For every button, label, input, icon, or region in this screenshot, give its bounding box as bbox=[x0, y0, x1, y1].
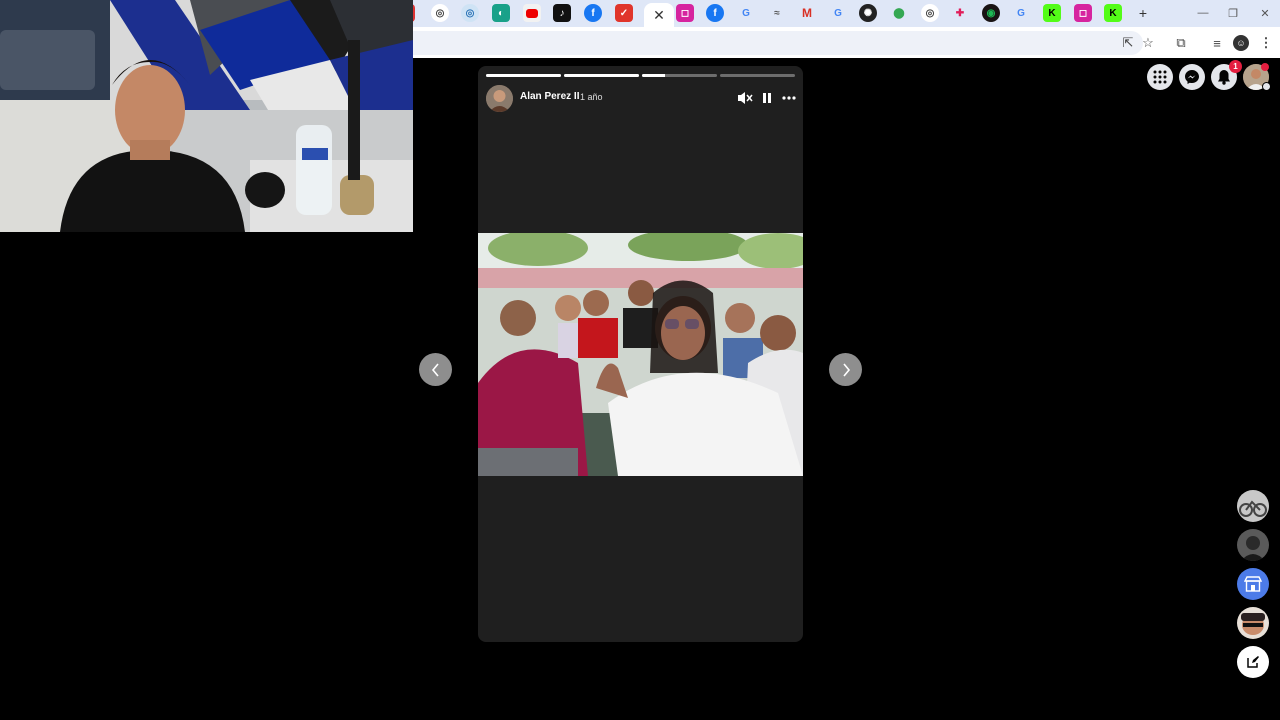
chrome-icon[interactable]: ◎ bbox=[921, 4, 939, 22]
address-bar[interactable] bbox=[413, 31, 1143, 55]
notifications-icon bbox=[1218, 70, 1230, 85]
menu-grid-button[interactable] bbox=[1147, 64, 1173, 90]
app-icon[interactable]: ◐ bbox=[492, 4, 510, 22]
story-progress-segment bbox=[720, 74, 795, 77]
mute-icon[interactable] bbox=[737, 90, 753, 106]
pause-icon[interactable] bbox=[759, 90, 775, 106]
install-app-icon[interactable]: ⇱ bbox=[1120, 35, 1136, 51]
webcam-overlay bbox=[0, 0, 413, 232]
window-close-icon[interactable]: ✕ bbox=[1258, 6, 1272, 20]
compose-icon bbox=[1247, 656, 1259, 668]
profile-icon[interactable]: ☺ bbox=[1233, 35, 1249, 51]
edge-icon[interactable]: ◎ bbox=[461, 4, 479, 22]
restore-icon[interactable]: ❐ bbox=[1226, 6, 1240, 20]
slack-icon[interactable]: ✚ bbox=[951, 4, 969, 22]
story-timestamp: 1 año bbox=[580, 92, 603, 102]
instagram-icon[interactable]: ◻ bbox=[676, 4, 694, 22]
story-viewer[interactable]: Alan Perez II 1 año bbox=[478, 66, 803, 642]
facebook-icon[interactable]: f bbox=[706, 4, 724, 22]
chevron-right-icon bbox=[842, 362, 850, 377]
story-photo bbox=[478, 233, 803, 476]
account-status-dot bbox=[1261, 63, 1269, 71]
media-control-icon[interactable]: ≡ bbox=[1209, 35, 1225, 51]
more-options-icon[interactable] bbox=[780, 90, 798, 106]
tab-favicon-icon[interactable]: ✓ bbox=[615, 4, 633, 22]
messenger-button[interactable] bbox=[1179, 64, 1205, 90]
google-icon[interactable]: G bbox=[737, 4, 755, 22]
account-chevron-icon[interactable] bbox=[1262, 82, 1271, 91]
chevron-left-icon bbox=[431, 362, 439, 377]
story-progress-segment bbox=[642, 74, 717, 77]
marketplace-button[interactable] bbox=[1237, 568, 1269, 600]
maps-icon[interactable]: ⬤ bbox=[890, 4, 908, 22]
spotify-icon[interactable]: ◉ bbox=[982, 4, 1000, 22]
story-author-avatar[interactable] bbox=[486, 85, 513, 112]
youtube-icon[interactable] bbox=[523, 4, 541, 22]
chat-head-contact[interactable] bbox=[1237, 607, 1269, 639]
browser-tab-strip: ◎ ◎ ◐ ♪ f ✓ ✕ ◻ f G ≈ M G ✺ ⬤ ◎ ✚ ◉ G K … bbox=[407, 0, 1280, 27]
minimize-icon[interactable]: — bbox=[1196, 6, 1210, 20]
next-story-button[interactable] bbox=[829, 353, 862, 386]
chrome-icon[interactable]: ◎ bbox=[431, 4, 449, 22]
story-progress-segment bbox=[486, 74, 561, 77]
kick-icon[interactable]: K bbox=[1104, 4, 1122, 22]
google-icon[interactable]: G bbox=[1012, 4, 1030, 22]
shop-icon bbox=[1244, 576, 1262, 592]
new-message-button[interactable] bbox=[1237, 646, 1269, 678]
gmail-icon[interactable]: M bbox=[798, 4, 816, 22]
story-author-name[interactable]: Alan Perez II bbox=[520, 91, 579, 102]
story-progress-segment bbox=[564, 74, 639, 77]
tiktok-icon[interactable]: ♪ bbox=[553, 4, 571, 22]
notifications-badge: 1 bbox=[1229, 60, 1242, 73]
tab-favicon-icon[interactable]: ≈ bbox=[768, 4, 786, 22]
webcam-video-frame bbox=[0, 0, 413, 232]
more-icon[interactable]: ⋮ bbox=[1258, 35, 1274, 51]
kick-icon[interactable]: K bbox=[1043, 4, 1061, 22]
messenger-icon bbox=[1185, 70, 1199, 84]
openai-icon[interactable]: ✺ bbox=[859, 4, 877, 22]
menu-grid-icon bbox=[1153, 70, 1167, 84]
star-icon[interactable]: ☆ bbox=[1140, 35, 1156, 51]
close-icon[interactable]: ✕ bbox=[644, 3, 674, 27]
facebook-icon[interactable]: f bbox=[584, 4, 602, 22]
browser-toolbar: ⇱ ☆ ⧉ ≡ ☺ ⋮ bbox=[413, 27, 1280, 58]
instagram-icon[interactable]: ◻ bbox=[1074, 4, 1092, 22]
chat-head-contact[interactable] bbox=[1237, 490, 1269, 522]
new-tab-icon[interactable]: + bbox=[1134, 4, 1152, 22]
google-icon[interactable]: G bbox=[829, 4, 847, 22]
chat-head-contact[interactable] bbox=[1237, 529, 1269, 561]
extensions-icon[interactable]: ⧉ bbox=[1173, 35, 1189, 51]
previous-story-button[interactable] bbox=[419, 353, 452, 386]
